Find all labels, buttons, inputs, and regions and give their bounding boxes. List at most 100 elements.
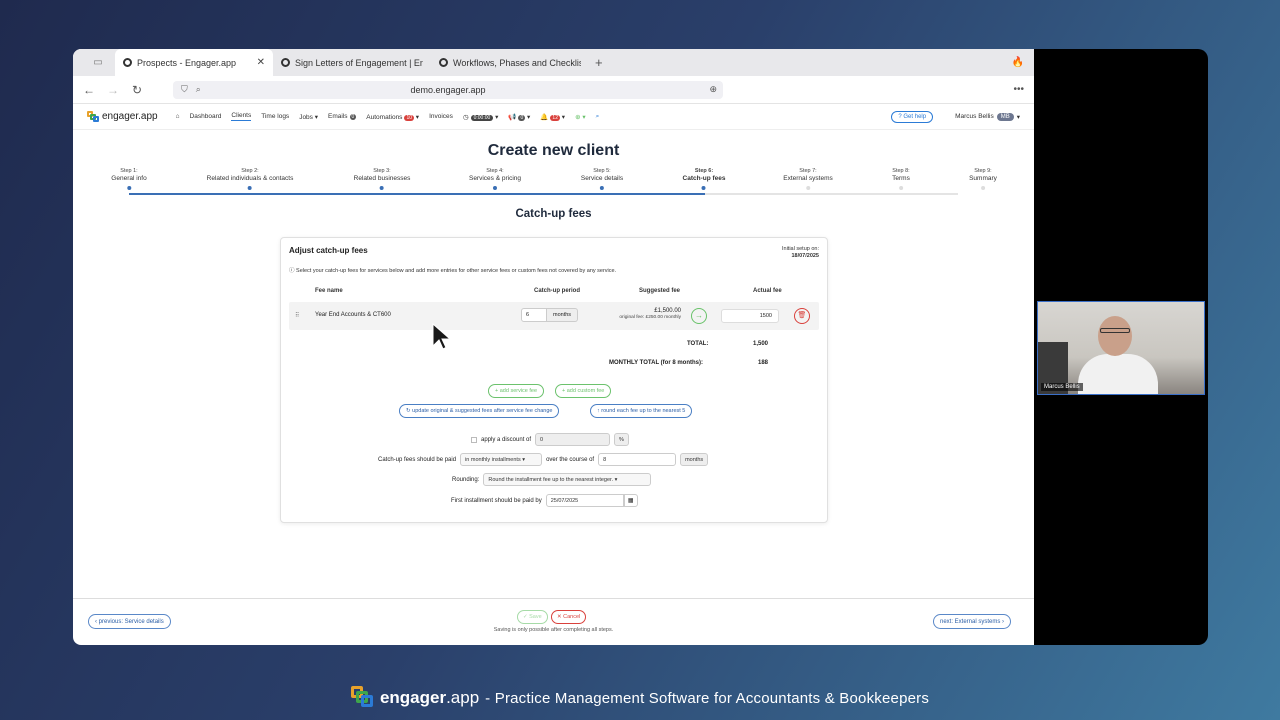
tab-sign-letters[interactable]: Sign Letters of Engagement | Eng xyxy=(273,49,431,76)
payment-row: Catch-up fees should be paid in monthly … xyxy=(378,453,709,466)
bottom-tagline: engager .app - Practice Management Softwa… xyxy=(0,686,1280,710)
step-summary[interactable]: Step 9: Summary xyxy=(969,168,997,190)
actual-fee-input[interactable]: 1500 xyxy=(721,309,779,323)
engager-logo-icon xyxy=(87,110,99,123)
tab-workflows[interactable]: Workflows, Phases and Checklist xyxy=(431,49,589,76)
engager-logo-icon xyxy=(350,686,375,710)
nav-clients[interactable]: Clients xyxy=(231,112,252,121)
period-input[interactable]: 6 xyxy=(521,308,547,322)
catch-up-period-stepper[interactable]: 6 months xyxy=(521,308,579,322)
discount-row: apply a discount of 0 % xyxy=(471,433,629,446)
rounding-select[interactable]: Round the installment fee up to the near… xyxy=(483,473,652,486)
nav-automations[interactable]: Automations 10 ▾ xyxy=(366,113,419,121)
step-related-businesses[interactable]: Step 3: Related businesses xyxy=(354,168,410,190)
nav-announcements[interactable]: 📢 0 ▾ xyxy=(508,113,530,121)
first-installment-row: First installment should be paid by 25/0… xyxy=(451,494,638,507)
total-value: 1,500 xyxy=(753,341,769,347)
home-icon[interactable]: ⌂ xyxy=(176,113,180,120)
user-menu[interactable]: Marcus Bellis MB ▾ xyxy=(955,112,1020,121)
nav-time-logs[interactable]: Time logs xyxy=(261,113,289,120)
header-actual-fee: Actual fee xyxy=(753,288,782,294)
apply-suggested-button[interactable]: → xyxy=(691,308,707,324)
emails-badge: 0 xyxy=(349,114,357,120)
discount-checkbox[interactable] xyxy=(471,436,477,443)
step-related-individuals[interactable]: Step 2: Related individuals & contacts xyxy=(207,168,293,190)
fee-name: Year End Accounts & CT600 xyxy=(315,312,391,318)
next-step-button[interactable]: next: External systems › xyxy=(933,614,1012,629)
header-fee-name: Fee name xyxy=(315,288,343,294)
engager-logo[interactable]: engager.app xyxy=(87,110,158,123)
back-icon[interactable]: ← xyxy=(83,83,95,97)
monthly-total-label: MONTHLY TOTAL (for 8 months): xyxy=(609,360,703,366)
step-terms[interactable]: Step 8: Terms xyxy=(892,168,910,190)
nav-timer[interactable]: ◷ 0:00:00 ▾ xyxy=(463,113,498,121)
menu-dots-icon[interactable]: ••• xyxy=(1013,84,1024,95)
cancel-button[interactable]: ✕ Cancel xyxy=(551,610,587,624)
card-heading: Adjust catch-up fees xyxy=(289,246,368,255)
total-label: TOTAL: xyxy=(687,341,709,347)
round-fees-button[interactable]: ↑ round each fee up to the nearest 5 xyxy=(590,404,693,418)
installments-input[interactable]: 8 xyxy=(598,453,677,466)
header-catch-up-period: Catch-up period xyxy=(534,288,580,294)
info-icon: ⓘ xyxy=(289,268,295,274)
nav-emails[interactable]: Emails 0 xyxy=(328,113,357,120)
calendar-icon[interactable]: ▦ xyxy=(623,494,638,507)
step-general-info[interactable]: Step 1: General info xyxy=(111,168,147,190)
header-suggested-fee: Suggested fee xyxy=(639,288,681,294)
nav-jobs[interactable]: Jobs ▾ xyxy=(299,113,318,121)
engager-favicon-icon xyxy=(123,58,132,67)
catch-up-fees-card: Adjust catch-up fees Initial setup on: 1… xyxy=(280,237,828,523)
discount-input[interactable]: 0 xyxy=(535,433,611,446)
avatar: MB xyxy=(996,112,1014,121)
tab-prospects[interactable]: Prospects - Engager.app ✕ xyxy=(115,49,273,76)
refresh-icon: ↻ xyxy=(406,408,411,414)
fire-icon[interactable]: 🔥 xyxy=(1012,57,1024,68)
nav-invoices[interactable]: Invoices xyxy=(429,113,453,120)
address-field[interactable]: ⛉ ⌕ demo.engager.app ⊕ xyxy=(173,80,723,99)
browser-window: ▭ Prospects - Engager.app ✕ Sign Letters… xyxy=(73,49,1034,645)
add-service-fee-button[interactable]: + add service fee xyxy=(488,384,545,398)
nav-dashboard[interactable]: Dashboard xyxy=(190,113,222,120)
suggested-fee: £1,500.00 original fee: £250.00 monthly xyxy=(619,308,681,321)
extension-icon[interactable]: ⊕ xyxy=(709,84,717,95)
step-external-systems[interactable]: Step 7: External systems xyxy=(783,168,833,190)
step-service-details[interactable]: Step 5: Service details xyxy=(581,168,623,190)
step-catch-up-fees[interactable]: Step 6: Catch-up fees xyxy=(683,168,725,190)
nav-notifications[interactable]: 🔔 12 ▾ xyxy=(540,113,565,121)
webcam-feed: Marcus Bellis xyxy=(1037,301,1205,395)
payment-mode-select[interactable]: in monthly installments ▾ xyxy=(460,453,543,466)
engager-brand: engager .app xyxy=(350,686,479,710)
get-help-button[interactable]: ? Get help xyxy=(891,110,934,123)
card-description: ⓘ Select your catch-up fees for services… xyxy=(289,268,617,274)
engager-favicon-icon xyxy=(439,58,448,67)
update-fees-button[interactable]: ↻ update original & suggested fees after… xyxy=(399,404,560,418)
drag-handle-icon[interactable]: ⠿ xyxy=(295,312,299,319)
save-button[interactable]: ✓ Save xyxy=(517,610,548,624)
webcam-name: Marcus Bellis xyxy=(1041,383,1083,391)
add-icon[interactable]: ⊕ ▾ xyxy=(575,113,586,121)
search-icon[interactable]: ⌕ xyxy=(596,113,600,121)
url-bar: ← → ↻ ⛉ ⌕ demo.engager.app ⊕ ••• xyxy=(73,76,1034,104)
page-title: Create new client xyxy=(487,142,620,159)
delete-icon[interactable]: 🗑 xyxy=(794,308,810,324)
close-tab-icon[interactable]: ✕ xyxy=(257,57,265,68)
add-custom-fee-button[interactable]: + add custom fee xyxy=(555,384,612,398)
forward-icon[interactable]: → xyxy=(107,83,119,97)
arrow-up-icon: ↑ xyxy=(597,408,600,414)
clock-icon: ◷ xyxy=(462,113,469,121)
section-title: Catch-up fees xyxy=(515,208,592,220)
monthly-total-value: 188 xyxy=(758,360,769,366)
table-row: ⠿ Year End Accounts & CT600 6 months £1,… xyxy=(289,302,819,330)
save-note: Saving is only possible after completing… xyxy=(493,627,614,633)
megaphone-icon: 📢 xyxy=(508,113,517,121)
bell-icon: 🔔 xyxy=(540,113,549,121)
new-tab-icon[interactable]: + xyxy=(595,55,603,70)
app-navbar: engager.app ⌂ Dashboard Clients Time log… xyxy=(73,104,1034,130)
step-progress: Step 1: General info Step 2: Related indiv… xyxy=(109,168,998,198)
step-services-pricing[interactable]: Step 4: Services & pricing xyxy=(469,168,521,190)
sidebar-toggle-icon[interactable]: ▭ xyxy=(81,54,115,72)
first-installment-date-input[interactable]: 25/07/2025 xyxy=(545,494,624,507)
rounding-row: Rounding: Round the installment fee up t… xyxy=(452,473,652,486)
engager-favicon-icon xyxy=(281,58,290,67)
reload-icon[interactable]: ↻ xyxy=(131,83,143,97)
